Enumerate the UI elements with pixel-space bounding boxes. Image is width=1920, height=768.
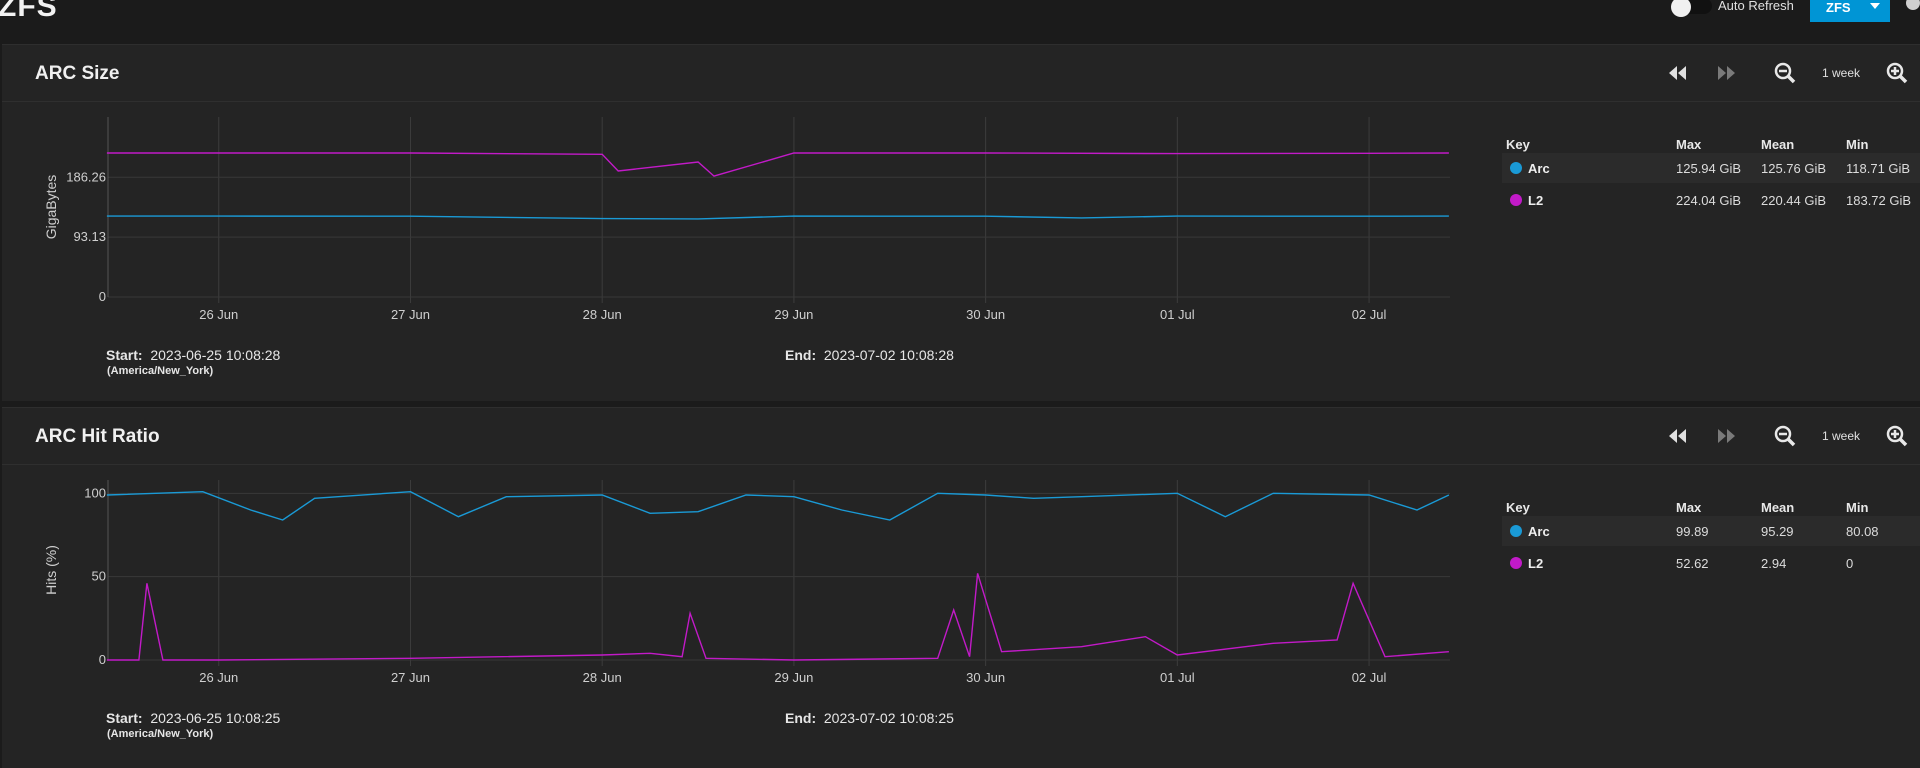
x-tick-label: 28 Jun bbox=[583, 670, 622, 685]
series-name: Arc bbox=[1528, 161, 1550, 176]
chevron-down-icon bbox=[1870, 3, 1880, 9]
mean-header: Mean bbox=[1761, 500, 1795, 515]
y-tick-label: 100 bbox=[84, 485, 106, 500]
timezone-label: (America/New_York) bbox=[107, 728, 214, 740]
auto-refresh-label: Auto Refresh bbox=[1718, 0, 1794, 13]
min-header: Min bbox=[1846, 137, 1869, 152]
x-tick-label: 02 Jul bbox=[1352, 307, 1387, 322]
series-line-l2 bbox=[106, 152, 1449, 177]
key-row: Arc 99.89 95.29 80.08 bbox=[1502, 516, 1920, 546]
key-header: Key bbox=[1506, 500, 1530, 515]
series-min: 183.72 GiB bbox=[1846, 193, 1912, 208]
series-name: L2 bbox=[1528, 556, 1544, 571]
series-max: 224.04 GiB bbox=[1676, 193, 1742, 208]
step-forward-icon[interactable] bbox=[1714, 423, 1740, 449]
end-value: 2023-07-02 10:08:25 bbox=[823, 710, 954, 726]
series-color-dot bbox=[1510, 557, 1522, 569]
x-tick-label: 01 Jul bbox=[1160, 307, 1195, 322]
step-back-icon[interactable] bbox=[1664, 423, 1690, 449]
key-row: L2 224.04 GiB 220.44 GiB 183.72 GiB bbox=[1502, 185, 1920, 215]
series-color-dot bbox=[1510, 162, 1522, 174]
y-tick-label: 0 bbox=[99, 652, 106, 667]
card-title: ARC Hit Ratio bbox=[35, 426, 160, 447]
x-tick-label: 02 Jul bbox=[1352, 670, 1387, 685]
start-value: 2023-06-25 10:08:28 bbox=[150, 347, 281, 363]
series-line-l2 bbox=[106, 573, 1449, 661]
zfs-report-dropdown-button[interactable]: ZFS bbox=[1810, 0, 1890, 22]
series-max: 125.94 GiB bbox=[1676, 161, 1742, 176]
y-tick-label: 93.13 bbox=[73, 229, 106, 244]
zoom-out-icon[interactable] bbox=[1772, 423, 1798, 449]
start-time: Start: 2023-06-25 10:08:25 bbox=[106, 710, 280, 726]
series-max: 52.62 bbox=[1676, 556, 1709, 571]
zoom-out-icon[interactable] bbox=[1772, 60, 1798, 86]
series-max: 99.89 bbox=[1676, 524, 1709, 539]
zoom-in-icon[interactable] bbox=[1884, 423, 1910, 449]
end-label: End: bbox=[785, 710, 817, 726]
series-mean: 95.29 bbox=[1761, 524, 1794, 539]
max-header: Max bbox=[1676, 500, 1702, 515]
end-label: End: bbox=[785, 347, 817, 363]
arc-size-card: ARC Size 1 week 26 Jun 27 Jun 28 Jun 29 Jun… bbox=[2, 44, 1920, 401]
key-row: Arc 125.94 GiB 125.76 GiB 118.71 GiB bbox=[1502, 153, 1920, 183]
series-color-dot bbox=[1510, 525, 1522, 537]
y-tick-label: 186.26 bbox=[66, 169, 106, 184]
key-row: L2 52.62 2.94 0 bbox=[1502, 548, 1920, 578]
end-time: End: 2023-07-02 10:08:28 bbox=[785, 347, 954, 363]
x-tick-label: 29 Jun bbox=[774, 307, 813, 322]
series-min: 118.71 GiB bbox=[1846, 161, 1911, 176]
page-title: ZFS bbox=[0, 0, 58, 23]
y-tick-label: 50 bbox=[92, 569, 106, 584]
start-label: Start: bbox=[106, 347, 143, 363]
series-line-arc bbox=[106, 215, 1449, 220]
step-forward-icon[interactable] bbox=[1714, 60, 1740, 86]
start-time: Start: 2023-06-25 10:08:28 bbox=[106, 347, 280, 363]
x-tick-label: 28 Jun bbox=[583, 307, 622, 322]
max-header: Max bbox=[1676, 137, 1702, 152]
auto-refresh-toggle[interactable] bbox=[1671, 0, 1712, 17]
min-header: Min bbox=[1846, 500, 1869, 515]
card-header: ARC Size 1 week bbox=[2, 45, 1920, 102]
zfs-button-label: ZFS bbox=[1826, 0, 1851, 15]
series-mean: 220.44 GiB bbox=[1761, 193, 1827, 208]
start-label: Start: bbox=[106, 710, 143, 726]
start-value: 2023-06-25 10:08:25 bbox=[150, 710, 281, 726]
range-label: 1 week bbox=[1822, 66, 1861, 80]
x-tick-label: 26 Jun bbox=[199, 307, 238, 322]
series-min: 0 bbox=[1846, 556, 1854, 571]
x-tick-label: 01 Jul bbox=[1160, 670, 1195, 685]
toggle-knob bbox=[1671, 0, 1691, 17]
y-tick-label: 0 bbox=[99, 289, 106, 304]
series-min: 80.08 bbox=[1846, 524, 1879, 539]
step-back-icon[interactable] bbox=[1664, 60, 1690, 86]
end-value: 2023-07-02 10:08:28 bbox=[823, 347, 954, 363]
series-mean: 2.94 bbox=[1761, 556, 1787, 571]
zoom-in-icon[interactable] bbox=[1884, 60, 1910, 86]
end-time: End: 2023-07-02 10:08:25 bbox=[785, 710, 954, 726]
series-name: L2 bbox=[1528, 193, 1544, 208]
key-header: Key bbox=[1506, 137, 1530, 152]
x-tick-label: 26 Jun bbox=[199, 670, 238, 685]
x-tick-label: 30 Jun bbox=[966, 670, 1005, 685]
arc-hit-ratio-chart: 26 Jun 27 Jun 28 Jun 29 Jun 30 Jun 01 Jul 02 J… bbox=[43, 480, 1450, 685]
series-line-arc bbox=[106, 490, 1450, 521]
x-tick-label: 29 Jun bbox=[774, 670, 813, 685]
card-title: ARC Size bbox=[35, 63, 120, 84]
x-tick-label: 30 Jun bbox=[966, 307, 1005, 322]
arc-hit-ratio-card: ARC Hit Ratio 1 week 26 Jun 27 Jun 28 Jun 2… bbox=[2, 407, 1920, 768]
arc-size-chart: 26 Jun 27 Jun 28 Jun 29 Jun 30 Jun 01 Jul 02 J… bbox=[43, 117, 1450, 322]
x-tick-label: 27 Jun bbox=[391, 670, 430, 685]
x-tick-label: 27 Jun bbox=[391, 307, 430, 322]
series-name: Arc bbox=[1528, 524, 1550, 539]
series-color-dot bbox=[1510, 194, 1522, 206]
series-mean: 125.76 GiB bbox=[1761, 161, 1827, 176]
mean-header: Mean bbox=[1761, 137, 1795, 152]
card-header: ARC Hit Ratio 1 week bbox=[2, 408, 1920, 465]
y-axis-title: Hits (%) bbox=[43, 545, 59, 595]
y-axis-title: GigaBytes bbox=[43, 175, 59, 240]
timezone-label: (America/New_York) bbox=[107, 365, 214, 377]
gear-icon[interactable] bbox=[1906, 0, 1920, 10]
range-label: 1 week bbox=[1822, 429, 1861, 443]
